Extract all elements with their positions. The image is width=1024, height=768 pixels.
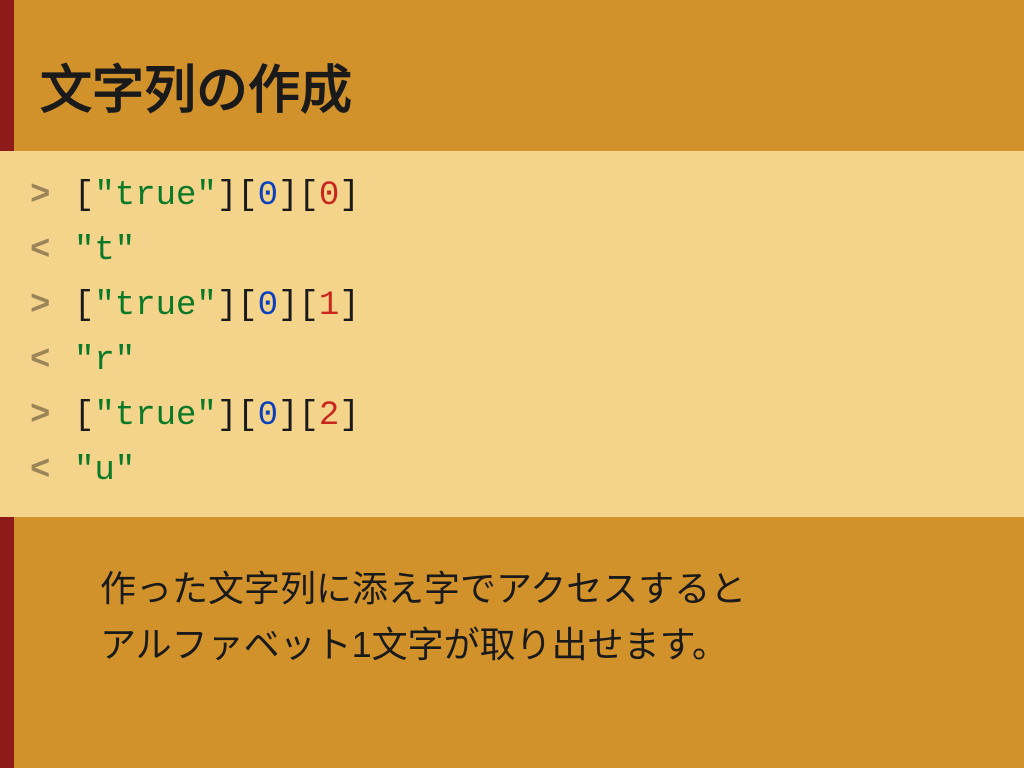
prompt-out-icon: <	[30, 224, 74, 279]
code-line: >["true"][0][2]	[30, 389, 994, 444]
prompt-in-icon: >	[30, 389, 74, 444]
code-content: "t"	[74, 224, 135, 279]
prompt-in-icon: >	[30, 169, 74, 224]
code-content: "u"	[74, 444, 135, 499]
prompt-in-icon: >	[30, 279, 74, 334]
caption-line-2: アルファベット1文字が取り出せます。	[100, 617, 1024, 673]
code-content: ["true"][0][2]	[74, 389, 360, 444]
code-content: ["true"][0][1]	[74, 279, 360, 334]
caption: 作った文字列に添え字でアクセスすると アルファベット1文字が取り出せます。	[40, 561, 1024, 673]
slide: 文字列の作成 >["true"][0][0]<"t">["true"][0][1…	[0, 0, 1024, 768]
prompt-out-icon: <	[30, 444, 74, 499]
code-line: <"r"	[30, 334, 994, 389]
prompt-out-icon: <	[30, 334, 74, 389]
code-content: "r"	[74, 334, 135, 389]
page-title: 文字列の作成	[40, 48, 1024, 123]
code-line: <"u"	[30, 444, 994, 499]
code-content: ["true"][0][0]	[74, 169, 360, 224]
code-line: <"t"	[30, 224, 994, 279]
caption-line-1: 作った文字列に添え字でアクセスすると	[100, 561, 1024, 617]
code-block: >["true"][0][0]<"t">["true"][0][1]<"r">[…	[0, 151, 1024, 517]
code-line: >["true"][0][1]	[30, 279, 994, 334]
code-line: >["true"][0][0]	[30, 169, 994, 224]
